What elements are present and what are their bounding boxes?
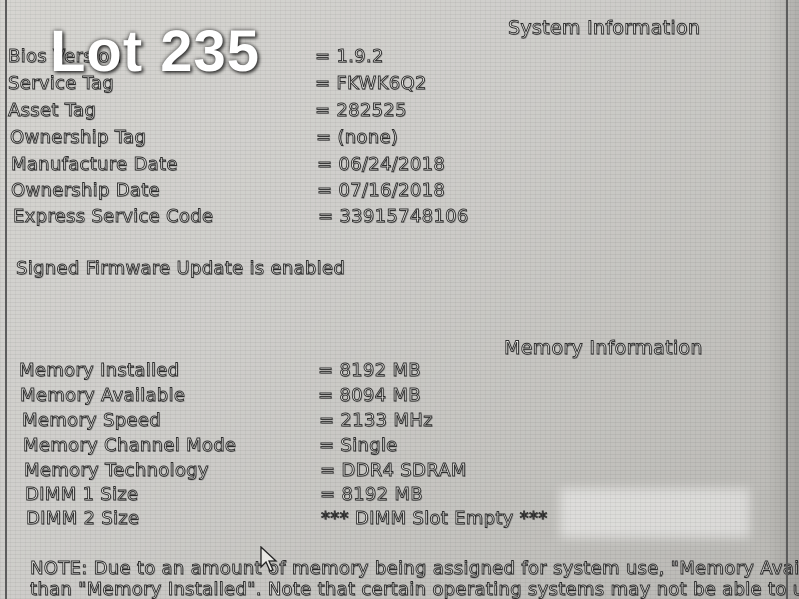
- memory-installed-label: Memory Installed: [19, 360, 180, 382]
- lot-number-watermark: Lot 235: [50, 19, 261, 84]
- system-information-title: System Information: [508, 17, 701, 40]
- memory-technology-value: = DDR4 SDRAM: [320, 460, 467, 482]
- express-service-code-label: Express Service Code: [13, 206, 214, 228]
- memory-available-label: Memory Available: [20, 385, 186, 407]
- asset-tag-label: Asset Tag: [8, 100, 97, 122]
- ownership-date-label: Ownership Date: [11, 180, 161, 202]
- memory-information-title: Memory Information: [504, 337, 703, 360]
- bios-screen: System Information Bios Version = 1.9.2 …: [0, 0, 799, 599]
- manufacture-date-label: Manufacture Date: [11, 154, 178, 176]
- screen-glare: [560, 488, 750, 538]
- express-service-code-value: = 33915748106: [318, 206, 469, 228]
- dimm2-size-label: DIMM 2 Size: [26, 508, 140, 530]
- memory-installed-value: = 8192 MB: [318, 360, 422, 382]
- mouse-pointer-icon: [260, 546, 278, 572]
- ownership-tag-label: Ownership Tag: [10, 127, 147, 149]
- asset-tag-value: = 282525: [315, 100, 408, 122]
- memory-speed-value: = 2133 MHz: [319, 410, 433, 432]
- memory-channel-mode-value: = Single: [319, 435, 398, 457]
- memory-speed-label: Memory Speed: [22, 410, 162, 432]
- manufacture-date-value: = 06/24/2018: [317, 154, 446, 176]
- bios-version-value: = 1.9.2: [315, 46, 384, 68]
- memory-note-line1: NOTE: Due to an amount of memory being a…: [30, 558, 799, 580]
- dimm1-size-value: = 8192 MB: [320, 484, 424, 506]
- screen-edge-shadow: [766, 0, 799, 599]
- memory-note-line2: than "Memory Installed". Note that certa…: [30, 579, 799, 599]
- dimm1-size-label: DIMM 1 Size: [25, 484, 139, 506]
- ownership-tag-value: = (none): [316, 127, 399, 149]
- service-tag-value: = FKWK6Q2: [315, 73, 427, 95]
- signed-firmware-status: Signed Firmware Update is enabled: [16, 258, 346, 280]
- dimm2-size-value: *** DIMM Slot Empty ***: [321, 508, 548, 530]
- memory-technology-label: Memory Technology: [24, 460, 209, 482]
- memory-channel-mode-label: Memory Channel Mode: [23, 435, 237, 457]
- ownership-date-value: = 07/16/2018: [317, 180, 446, 202]
- memory-available-value: = 8094 MB: [318, 385, 422, 407]
